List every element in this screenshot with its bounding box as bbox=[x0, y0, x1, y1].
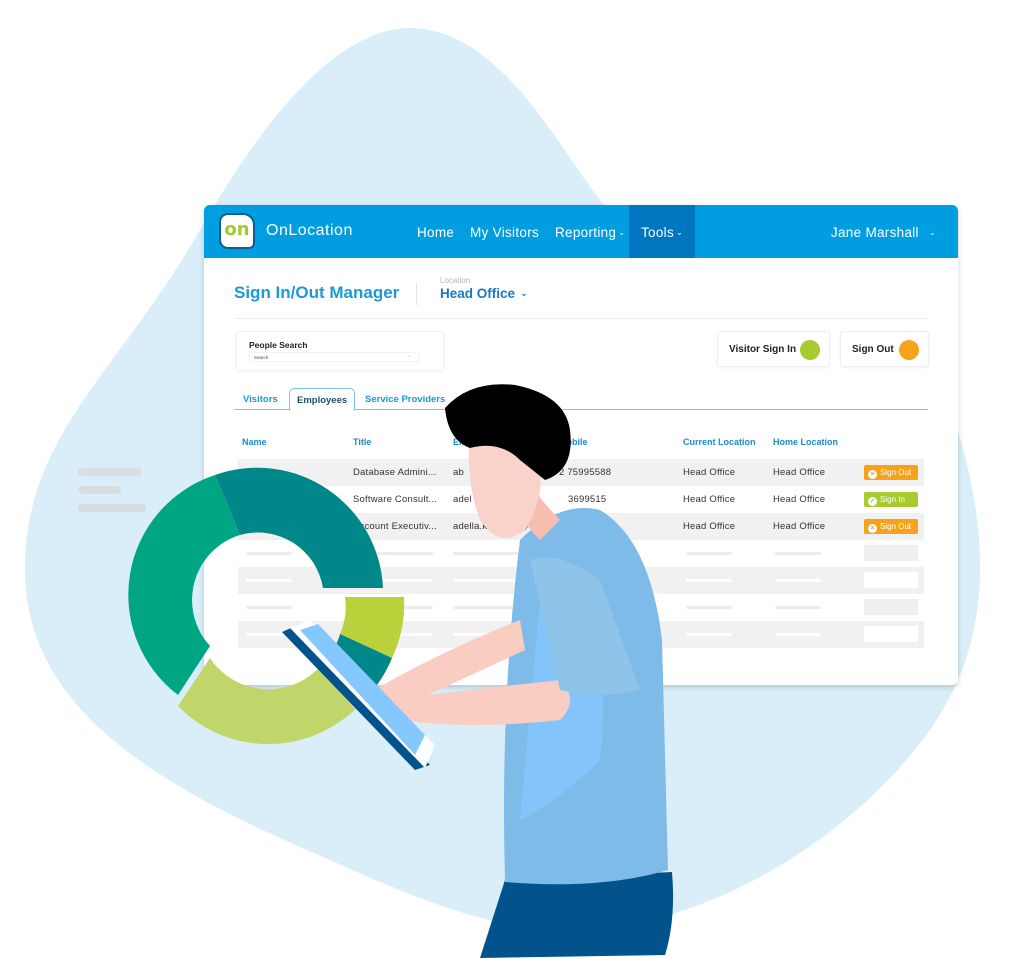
table-row[interactable]: Adella Account Executiv... adella.kennel… bbox=[238, 513, 924, 540]
table-row[interactable]: Software Consult... adel 3699515 Head Of… bbox=[238, 486, 924, 513]
visitor-sign-in-label: Visitor Sign In bbox=[729, 344, 797, 355]
people-search-card: People Search Search ⌄ bbox=[236, 331, 444, 371]
cell-email: ab bbox=[453, 467, 464, 478]
location-label: Location bbox=[440, 276, 471, 285]
chevron-down-icon: ⌄ bbox=[928, 228, 936, 237]
app-window: on OnLocation Home My Visitors Reporting… bbox=[204, 205, 958, 685]
page-title: Sign In/Out Manager bbox=[234, 283, 400, 302]
table-row[interactable]: Database Admini... ab 2 75995588 Head Of… bbox=[238, 459, 924, 486]
nav-home-label: Home bbox=[417, 225, 455, 240]
cell-title: Database Admini... bbox=[353, 467, 437, 478]
sign-out-badge-button[interactable]: × Sign Out bbox=[864, 519, 918, 534]
divider bbox=[234, 318, 928, 319]
brand-name[interactable]: OnLocation bbox=[266, 222, 353, 240]
nav-tools-label: Tools bbox=[641, 225, 675, 240]
user-menu[interactable]: Jane Marshall ⌄ bbox=[831, 205, 936, 258]
cell-home-location: Head Office bbox=[773, 521, 826, 532]
cell-current-location: Head Office bbox=[683, 494, 736, 505]
nav-my-visitors-label: My Visitors bbox=[470, 225, 540, 240]
sign-out-button[interactable]: Sign Out bbox=[840, 331, 929, 367]
placeholder-row bbox=[238, 540, 924, 567]
column-header-home-location[interactable]: Home Location bbox=[773, 437, 838, 447]
nav-reporting[interactable]: Reporting ⌄ bbox=[555, 205, 625, 258]
visitor-sign-in-button[interactable]: Visitor Sign In bbox=[717, 331, 830, 367]
table-header: Name Title Email Mobile Current Location… bbox=[238, 429, 924, 459]
chevron-down-icon: ⌄ bbox=[520, 289, 528, 298]
title-divider bbox=[416, 283, 417, 305]
cell-mobile: 2 75995588 bbox=[559, 467, 612, 478]
decorative-lines bbox=[78, 468, 146, 522]
badge-label: Sign Out bbox=[880, 522, 912, 531]
cell-current-location: Head Office bbox=[683, 467, 736, 478]
tab-service-providers[interactable]: Service Providers bbox=[365, 388, 445, 410]
sign-out-badge-button[interactable]: × Sign Out bbox=[864, 465, 918, 480]
close-circle-icon: × bbox=[868, 470, 877, 479]
badge-label: Sign Out bbox=[880, 468, 912, 477]
column-header-email[interactable]: Email bbox=[453, 437, 477, 447]
close-circle-icon: × bbox=[868, 524, 877, 533]
nav-home[interactable]: Home bbox=[417, 205, 454, 258]
location-value: Head Office bbox=[440, 286, 516, 301]
navbar: on OnLocation Home My Visitors Reporting… bbox=[204, 205, 958, 258]
employees-table: Name Title Email Mobile Current Location… bbox=[238, 429, 924, 648]
sign-in-badge-button[interactable]: ✓ Sign In bbox=[864, 492, 918, 507]
check-circle-icon: ✓ bbox=[868, 497, 877, 506]
cell-current-location: Head Office bbox=[683, 521, 736, 532]
chevron-down-icon: ⌄ bbox=[406, 353, 412, 359]
cell-email: adella.kennelly@ bbox=[453, 521, 529, 532]
sign-out-label: Sign Out bbox=[852, 344, 894, 355]
cell-title: Account Executiv... bbox=[353, 521, 437, 532]
badge-label: Sign In bbox=[880, 495, 905, 504]
logo[interactable]: on bbox=[219, 213, 255, 249]
column-header-name[interactable]: Name bbox=[242, 437, 267, 447]
search-placeholder: Search bbox=[254, 355, 269, 360]
people-search-input[interactable]: Search ⌄ bbox=[249, 352, 419, 362]
orange-dot-icon bbox=[899, 340, 919, 360]
cell-email: adel bbox=[453, 494, 472, 505]
tab-bar: Visitors Employees Service Providers bbox=[234, 388, 928, 411]
nav-reporting-label: Reporting bbox=[555, 225, 617, 240]
cell-home-location: Head Office bbox=[773, 494, 826, 505]
tab-employees[interactable]: Employees bbox=[289, 388, 356, 411]
cell-mobile: 7 bbox=[608, 521, 614, 532]
cell-title: Software Consult... bbox=[353, 494, 438, 505]
nav-tools[interactable]: Tools ⌄ bbox=[629, 205, 696, 258]
user-name: Jane Marshall bbox=[830, 225, 919, 240]
column-header-title[interactable]: Title bbox=[353, 437, 371, 447]
people-search-label: People Search bbox=[249, 340, 308, 350]
green-dot-icon bbox=[800, 340, 820, 360]
cell-home-location: Head Office bbox=[773, 467, 826, 478]
location-selector[interactable]: Head Office ⌄ bbox=[440, 286, 528, 301]
placeholder-row bbox=[238, 594, 924, 621]
placeholder-row bbox=[238, 567, 924, 594]
tab-visitors[interactable]: Visitors bbox=[243, 388, 278, 410]
nav-my-visitors[interactable]: My Visitors bbox=[470, 205, 539, 258]
cell-name[interactable]: Adella bbox=[242, 521, 272, 532]
cell-mobile: 3699515 bbox=[568, 494, 607, 505]
column-header-mobile[interactable]: Mobile bbox=[559, 437, 588, 447]
chevron-down-icon: ⌄ bbox=[618, 228, 626, 237]
chevron-down-icon: ⌄ bbox=[676, 228, 684, 237]
placeholder-row bbox=[238, 621, 924, 648]
column-header-current-location[interactable]: Current Location bbox=[683, 437, 756, 447]
